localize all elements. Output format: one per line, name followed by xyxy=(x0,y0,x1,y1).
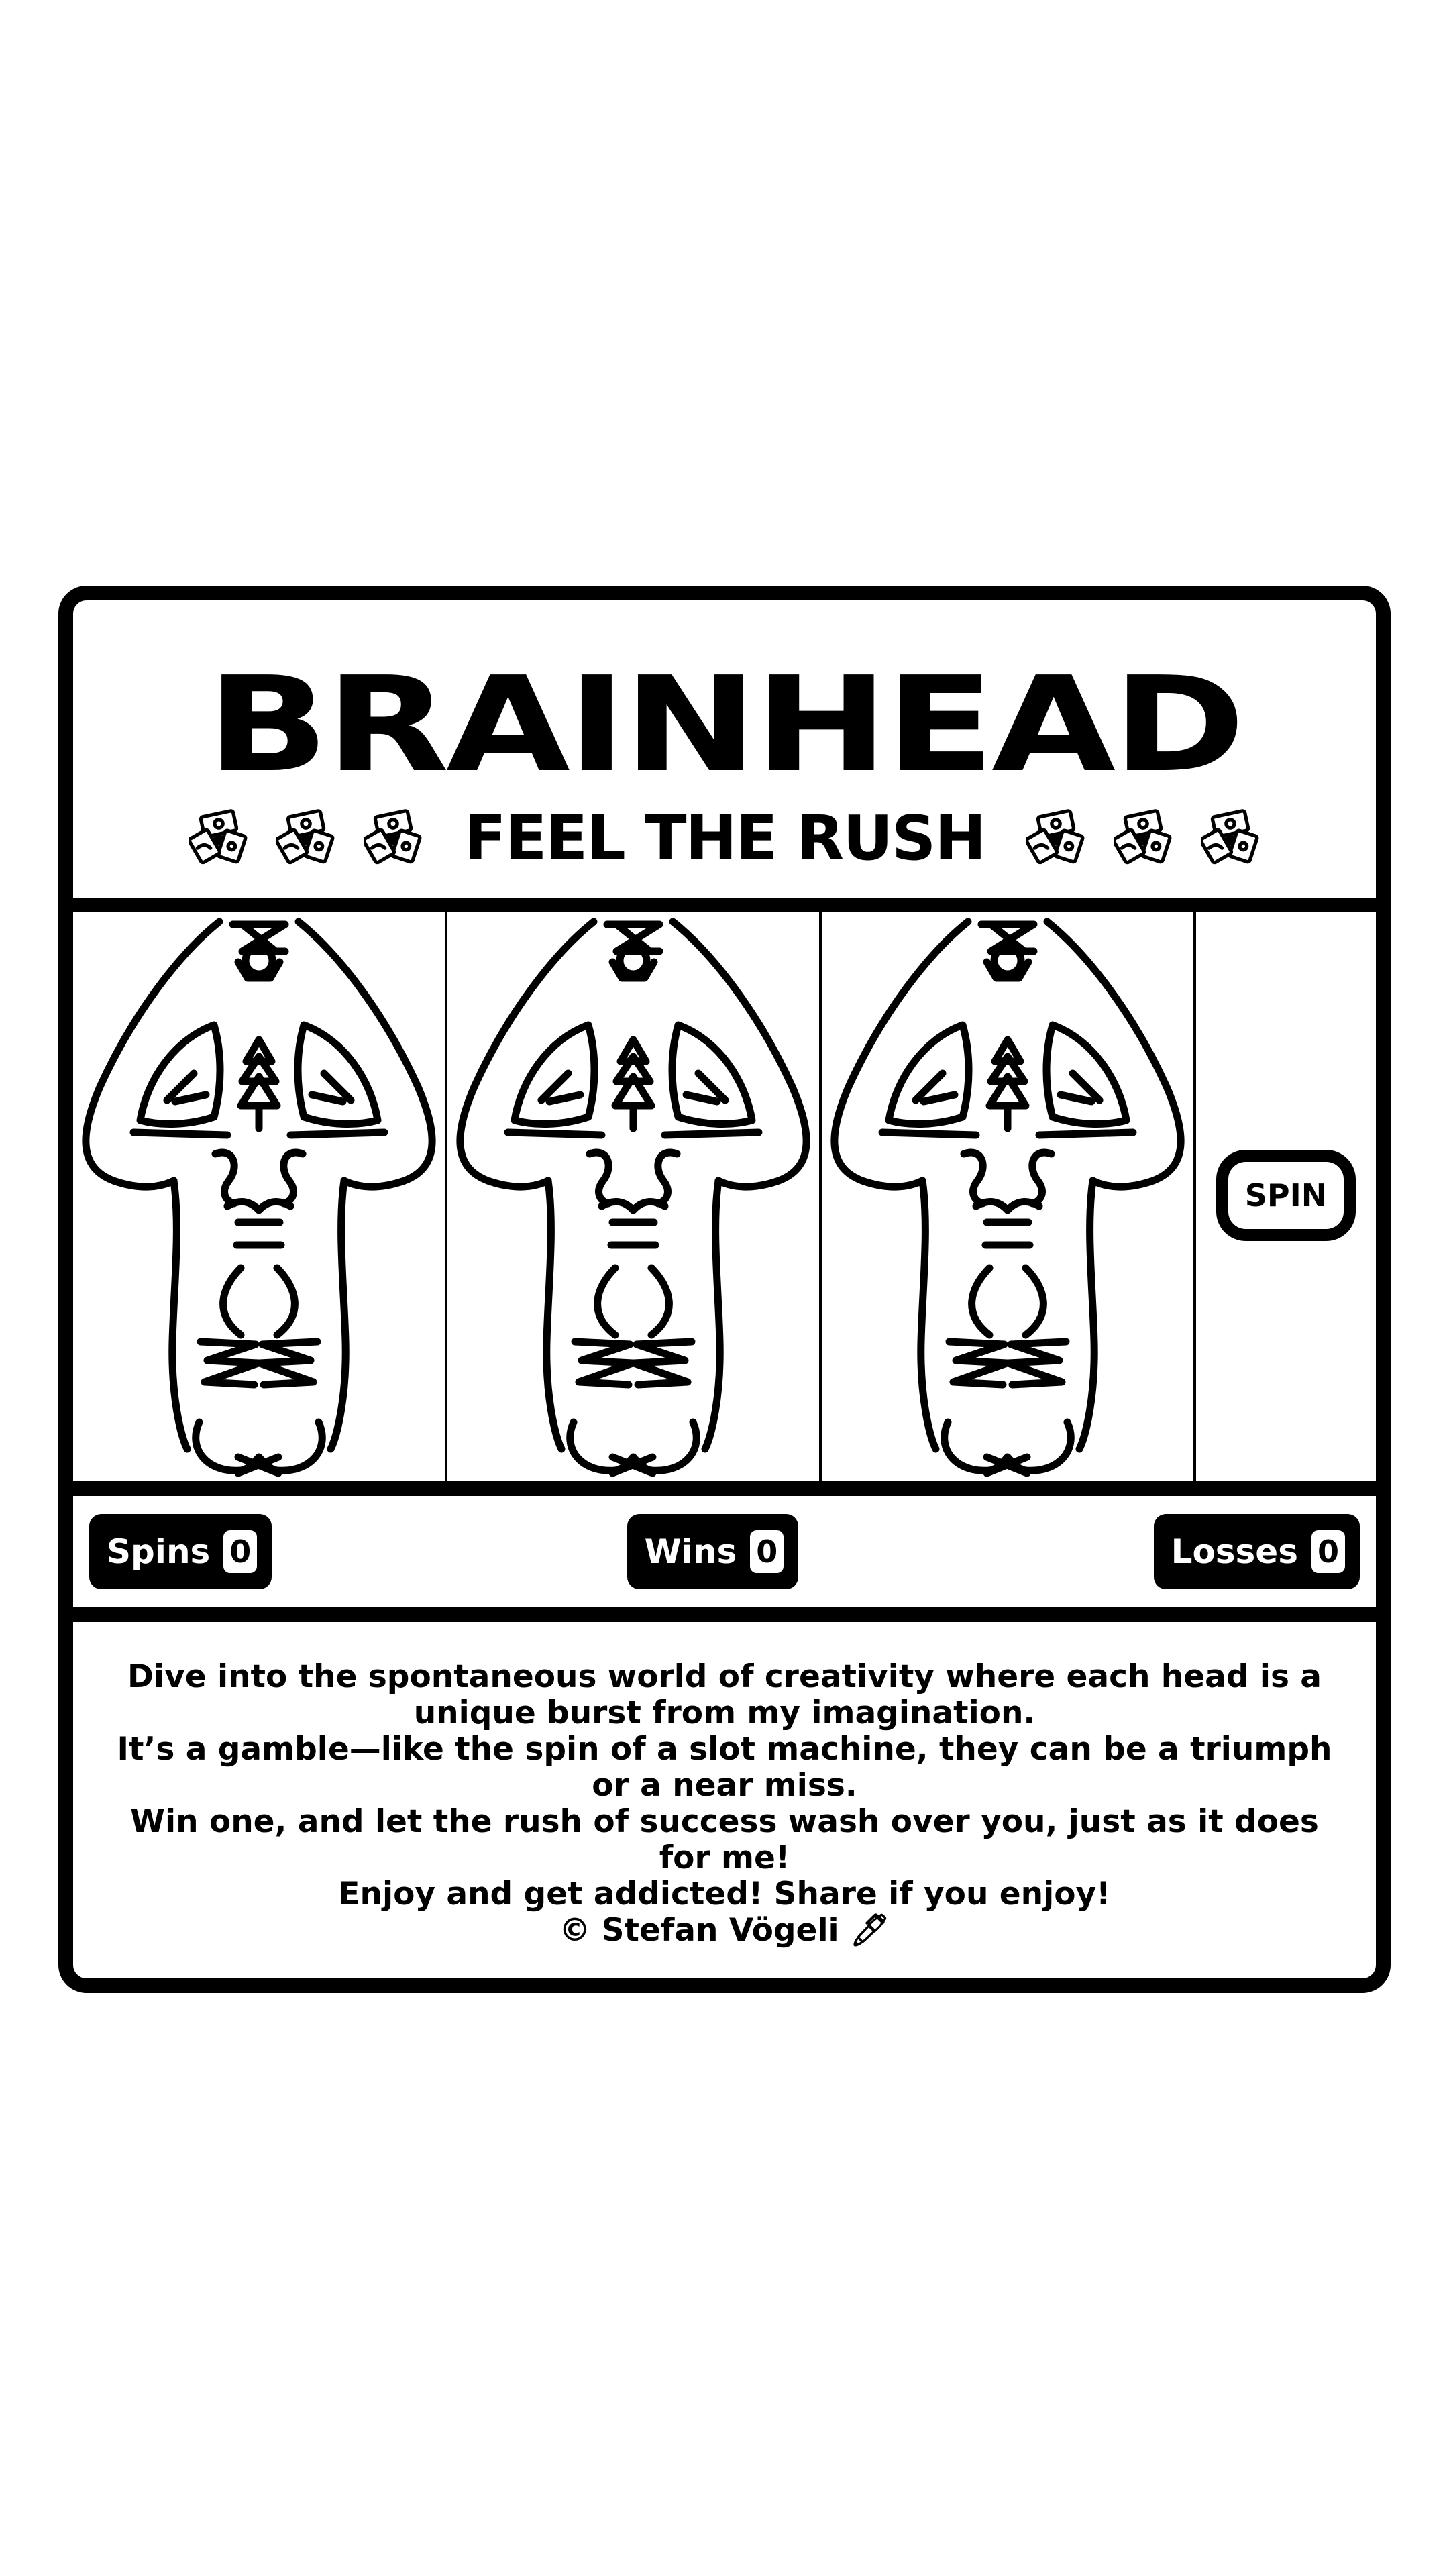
copyright: © Stefan Vögeli 🖊 xyxy=(559,1912,890,1949)
brainhead-face-icon xyxy=(73,912,445,1481)
reel-3 xyxy=(822,912,1196,1481)
decor-icons-left xyxy=(189,809,423,868)
description-line: It’s a gamble—like the spin of a slot ma… xyxy=(117,1731,1332,1804)
tagline-row: FEEL THE RUSH xyxy=(73,802,1376,875)
description-line: Win one, and let the rush of success was… xyxy=(130,1803,1319,1876)
brainhead-face-icon xyxy=(822,912,1193,1481)
money-fan-icon xyxy=(364,809,423,868)
decor-icons-right xyxy=(1026,809,1260,868)
slot-machine-card: BRAINHEAD FEEL THE RUSH SPIN Spins 0 Win… xyxy=(58,586,1391,1993)
tagline: FEEL THE RUSH xyxy=(464,802,987,874)
reel-2 xyxy=(447,912,822,1481)
spins-value: 0 xyxy=(223,1530,258,1573)
losses-value: 0 xyxy=(1311,1530,1345,1573)
stats-bar: Spins 0 Wins 0 Losses 0 xyxy=(73,1496,1376,1622)
spin-cell: SPIN xyxy=(1196,912,1376,1481)
wins-label: Wins xyxy=(644,1532,737,1571)
brainhead-face-icon xyxy=(447,912,819,1481)
losses-label: Losses xyxy=(1171,1532,1298,1571)
money-fan-icon xyxy=(1026,809,1085,868)
header: BRAINHEAD FEEL THE RUSH xyxy=(73,600,1376,912)
spins-counter: Spins 0 xyxy=(89,1514,272,1589)
spins-label: Spins xyxy=(107,1532,211,1571)
game-title: BRAINHEAD xyxy=(207,649,1246,802)
reels-row: SPIN xyxy=(73,912,1376,1496)
money-fan-icon xyxy=(1201,809,1260,868)
losses-counter: Losses 0 xyxy=(1153,1514,1360,1589)
money-fan-icon xyxy=(1114,809,1173,868)
spin-button[interactable]: SPIN xyxy=(1216,1150,1356,1241)
description-line: Dive into the spontaneous world of creat… xyxy=(127,1658,1322,1731)
money-fan-icon xyxy=(189,809,248,868)
description-line: Enjoy and get addicted! Share if you enj… xyxy=(338,1876,1111,1913)
wins-value: 0 xyxy=(750,1530,784,1573)
reel-1 xyxy=(73,912,447,1481)
wins-counter: Wins 0 xyxy=(627,1514,799,1589)
description: Dive into the spontaneous world of creat… xyxy=(113,1659,1336,1949)
money-fan-icon xyxy=(276,809,335,868)
